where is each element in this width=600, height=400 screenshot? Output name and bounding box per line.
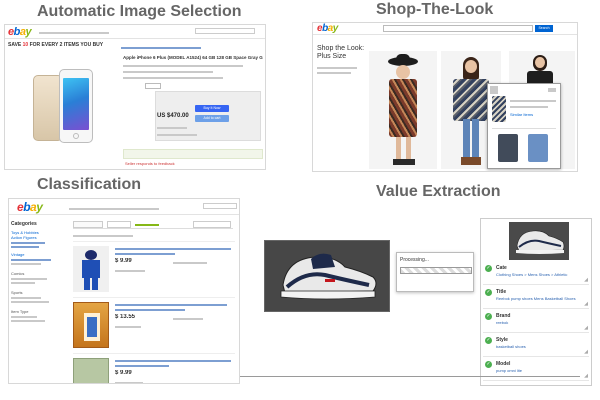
figure-image (73, 358, 109, 383)
ebay-logo[interactable]: ebay (8, 26, 32, 38)
sort-dropdown[interactable] (193, 221, 231, 228)
shoe-thumbnail (509, 222, 569, 260)
result-price: $ 13.55 (115, 314, 136, 320)
attribute-name: Cate (496, 265, 507, 271)
boxed-figure-image (73, 302, 109, 348)
sidebar-item[interactable]: Comics (11, 271, 61, 276)
sidebar-item[interactable]: Vintage (11, 252, 61, 257)
buy-it-now-button[interactable]: Buy It Now (195, 105, 229, 112)
processing-dialog: Processing... (396, 252, 474, 292)
similar-items-link[interactable]: Similar Items (510, 112, 533, 117)
search-input[interactable] (383, 25, 533, 32)
check-icon: ✓ (485, 337, 492, 344)
result-price: $ 9.99 (115, 370, 132, 376)
category-sidebar: Categories Toys & Hobbies Action Figures… (11, 221, 61, 324)
attribute-value: Clothing Shoes > Mens Shoes > Athletic (496, 272, 568, 277)
similar-items-popup[interactable]: Similar Items (487, 83, 561, 169)
attribute-row-model[interactable]: ✓ Model pump omni lite ◢ (483, 359, 589, 381)
search-button[interactable]: Search (535, 25, 553, 32)
add-to-cart-button[interactable]: Add to cart (195, 115, 229, 122)
list-item[interactable]: $ 9.99 (73, 353, 235, 383)
popup-jacket-thumb[interactable] (498, 134, 518, 162)
result-price: $ 9.99 (115, 258, 132, 264)
attribute-value: reebok (496, 320, 509, 325)
iphone-front-image (59, 69, 93, 143)
attribute-row-brand[interactable]: ✓ Brand reebok ◢ (483, 311, 589, 333)
check-icon: ✓ (485, 289, 492, 296)
list-item[interactable]: $ 13.55 (73, 297, 235, 351)
attribute-row-category[interactable]: ✓ Cate Clothing Shoes > Mens Shoes > Ath… (483, 263, 589, 285)
attribute-value: basketball shoes (496, 344, 526, 349)
resize-corner-icon[interactable]: ◢ (584, 325, 588, 331)
input-shoe-image (264, 240, 390, 312)
popup-jeans-thumb[interactable] (528, 134, 548, 162)
attribute-name: Model (496, 361, 511, 367)
attribute-value: Reebok pump shoes Mens Basketball Shoes (496, 296, 576, 301)
quantity-field[interactable] (145, 83, 161, 89)
category-heading: Categories (11, 221, 37, 227)
attribute-row-style[interactable]: ✓ Style basketball shoes ◢ (483, 335, 589, 357)
tab-auction[interactable] (107, 221, 131, 228)
popup-product-thumb[interactable] (492, 96, 506, 122)
seller-feedback-link[interactable]: Seller responds to feedback (125, 161, 175, 166)
ebay-header: ebay Search (313, 23, 577, 35)
resize-corner-icon[interactable]: ◢ (584, 373, 588, 379)
attribute-row-title[interactable]: ✓ Title Reebok pump shoes Mens Basketbal… (483, 287, 589, 309)
shop-the-look-heading: Shop the Look: Plus Size (317, 45, 365, 60)
extracted-attributes-panel: ✓ Cate Clothing Shoes > Mens Shoes > Ath… (480, 218, 592, 386)
resize-corner-icon[interactable]: ◢ (584, 349, 588, 355)
attribute-name: Brand (496, 313, 511, 319)
promo-banner[interactable]: SAVE 10 FOR EVERY 2 ITEMS YOU BUY (8, 42, 103, 48)
sidebar-item[interactable]: Sports (11, 290, 61, 295)
processing-label: Processing... (400, 257, 429, 263)
check-icon: ✓ (485, 361, 492, 368)
item-title: Apple iPhone 6 Plus (MODEL A1524) 64 GB … (123, 55, 263, 60)
processing-progress-bar (400, 267, 472, 274)
item-price: US $470.00 (157, 113, 189, 119)
title-automatic-image-selection: Automatic Image Selection (37, 3, 242, 20)
check-icon: ✓ (485, 265, 492, 272)
check-icon: ✓ (485, 313, 492, 320)
product-image[interactable] (9, 55, 113, 167)
ebay-header: ebay (9, 199, 239, 215)
look-image-1[interactable] (369, 51, 437, 169)
title-value-extraction: Value Extraction (376, 183, 501, 200)
list-item[interactable]: $ 9.99 (73, 241, 235, 295)
superman-figure-image (73, 246, 109, 292)
attribute-value: pump omni lite (496, 368, 523, 373)
title-classification: Classification (37, 176, 142, 193)
sidebar-item[interactable]: Action Figures (11, 235, 61, 240)
classification-screenshot: ebay Categories Toys & Hobbies Action Fi… (8, 198, 240, 384)
divider (240, 376, 580, 377)
sneaker-photo (265, 241, 389, 311)
sidebar-item[interactable]: Item Type (11, 309, 61, 314)
title-shop-the-look: Shop-The-Look (376, 1, 494, 18)
shop-the-look-screenshot: ebay Search Shop the Look: Plus Size Sim… (312, 22, 578, 172)
ebay-logo[interactable]: ebay (317, 23, 338, 34)
ebay-logo[interactable]: ebay (17, 200, 43, 214)
auto-image-screenshot: ebay SAVE 10 FOR EVERY 2 ITEMS YOU BUY A… (4, 24, 266, 170)
tab-all-listings[interactable] (73, 221, 103, 228)
resize-corner-icon[interactable]: ◢ (584, 301, 588, 307)
resize-corner-icon[interactable]: ◢ (584, 277, 588, 283)
attribute-name: Style (496, 337, 508, 343)
attribute-name: Title (496, 289, 507, 295)
ebay-header: ebay (5, 25, 265, 39)
